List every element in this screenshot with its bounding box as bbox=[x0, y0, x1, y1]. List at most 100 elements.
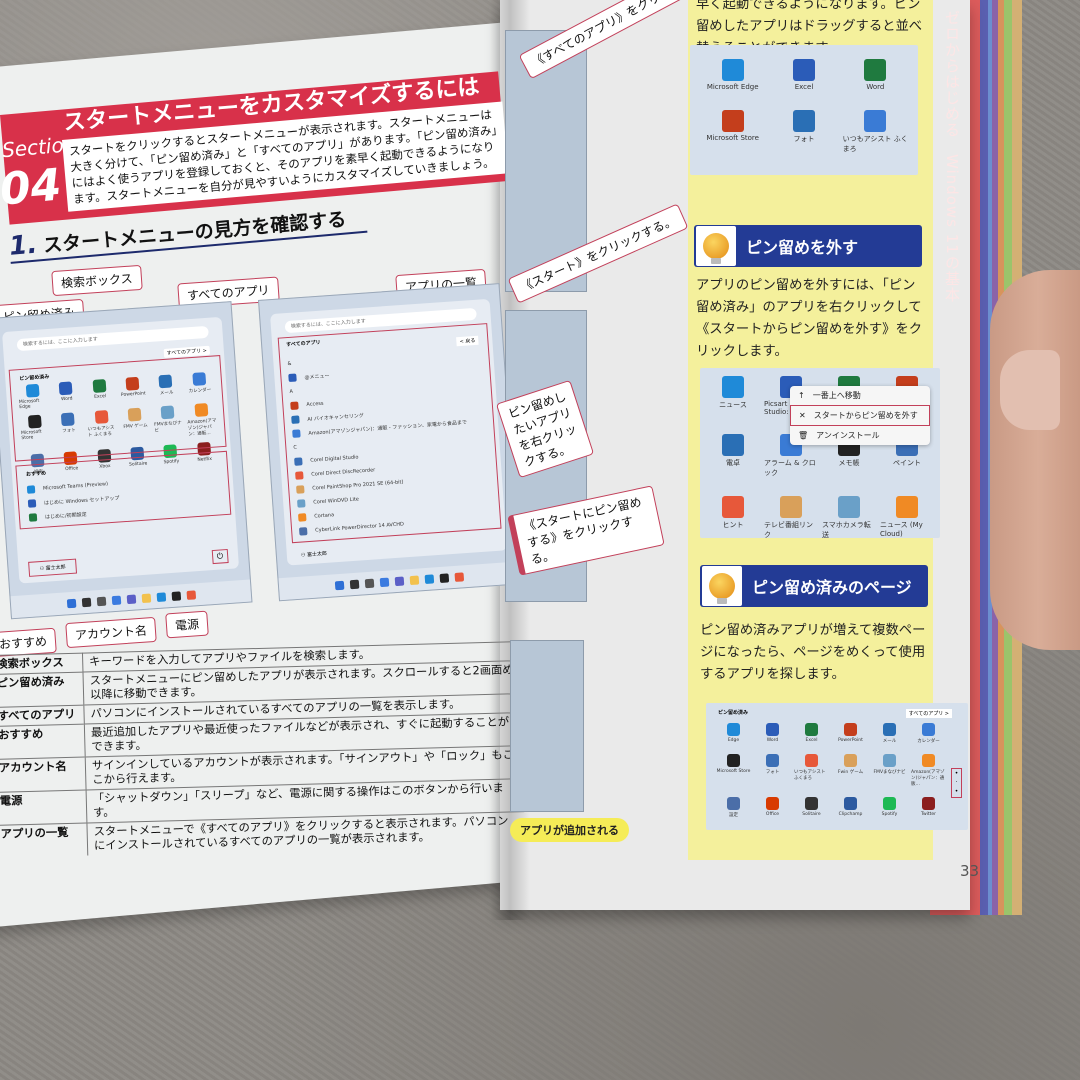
context-menu-item-uninstall[interactable]: 🗑 アンインストール bbox=[790, 426, 930, 445]
app-tile[interactable]: フォト bbox=[755, 754, 790, 787]
chat-icon[interactable] bbox=[394, 576, 404, 586]
app-tile[interactable]: Solitaire bbox=[794, 797, 829, 818]
start-menu-panel: 検索するには、ここに入力します すべてのアプリ > ピン留め済み Microso… bbox=[2, 316, 240, 584]
app-label: Microsoft Store bbox=[706, 134, 759, 142]
page-dots-scroller[interactable]: • · • bbox=[951, 768, 962, 798]
app-label: Microsoft Edge bbox=[706, 83, 759, 91]
app-tile[interactable]: カレンダー bbox=[911, 723, 946, 744]
widgets-icon[interactable] bbox=[379, 577, 389, 587]
start-icon[interactable] bbox=[334, 580, 344, 590]
open-book: Section 04 スタートメニューをカスタマイズするには スタートをクリック… bbox=[0, 0, 1080, 1080]
app-tile[interactable]: Amazon(アマゾン)ジャパン：通販… bbox=[911, 754, 946, 787]
power-icon[interactable]: ⏻ bbox=[211, 548, 229, 565]
search-icon[interactable] bbox=[349, 579, 359, 589]
search-icon[interactable] bbox=[81, 597, 91, 607]
edge-icon[interactable] bbox=[424, 573, 434, 584]
app-icon bbox=[838, 496, 860, 518]
callout-power: 電源 bbox=[165, 610, 209, 639]
app-label: アラーム & クロック bbox=[764, 459, 816, 477]
all-apps-panel: 検索するには、ここに入力します すべてのアプリ < 戻る & @メニュー A Acce… bbox=[270, 298, 508, 566]
app-icon bbox=[766, 797, 779, 810]
tip1-text: アプリのピン留めを外すには、「ピン留め済み」のアプリを右クリックして《スタートか… bbox=[696, 278, 923, 359]
app-tile[interactable]: Excel bbox=[771, 59, 836, 98]
app-label: Fwin ゲーム bbox=[837, 770, 864, 775]
app-tile[interactable]: FMVまなびナビ bbox=[872, 754, 907, 787]
app-tile[interactable]: Microsoft Edge bbox=[700, 59, 765, 98]
task-view-icon[interactable] bbox=[96, 596, 106, 606]
app-icon bbox=[722, 496, 744, 518]
app-tile[interactable]: Office bbox=[755, 797, 790, 818]
app-tile[interactable]: テレビ番組リンク bbox=[764, 496, 818, 540]
app-icon bbox=[844, 754, 857, 767]
table-key: おすすめ bbox=[0, 724, 86, 760]
task-view-icon[interactable] bbox=[364, 578, 374, 588]
tip1-header: ピン留めを外す bbox=[694, 225, 922, 267]
hand bbox=[990, 270, 1080, 650]
app-icon bbox=[727, 723, 740, 736]
tip1-title: ピン留めを外す bbox=[746, 238, 859, 257]
tip0-screenshot: Microsoft Edge Excel Word Microsoft Store フォ… bbox=[690, 45, 918, 175]
app-label: PowerPoint bbox=[838, 738, 863, 743]
app-tile[interactable]: フォト bbox=[771, 110, 836, 161]
app-tile[interactable]: メール bbox=[872, 723, 907, 744]
app-tile[interactable]: Microsoft Store bbox=[716, 754, 751, 787]
app-tile[interactable]: Edge bbox=[716, 723, 751, 744]
app-tile[interactable]: Fwin ゲーム bbox=[833, 754, 868, 787]
app-tile[interactable]: Excel bbox=[794, 723, 829, 744]
app-label: 電卓 bbox=[726, 459, 740, 467]
start-icon[interactable] bbox=[66, 598, 76, 608]
app-tile[interactable]: ヒント bbox=[706, 496, 760, 540]
app-label: Solitaire bbox=[802, 812, 821, 817]
app-label: Excel bbox=[805, 738, 818, 743]
table-key: 電源 bbox=[0, 790, 87, 826]
app-label: Edge bbox=[727, 738, 740, 743]
app-icon bbox=[922, 754, 935, 767]
store-icon[interactable] bbox=[439, 572, 449, 583]
app-tile[interactable]: Clipchamp bbox=[833, 797, 868, 818]
edge-icon[interactable] bbox=[156, 591, 166, 602]
account-button[interactable]: ⚇ 富士太郎 bbox=[28, 558, 78, 577]
app-list-highlight bbox=[277, 323, 502, 544]
app-icon bbox=[883, 797, 896, 810]
app-tile[interactable]: 設定 bbox=[716, 797, 751, 818]
app-tile[interactable]: いつもアシスト ふくまろ bbox=[843, 110, 908, 161]
app-label: Office bbox=[765, 812, 780, 817]
context-menu-item-unpin[interactable]: ✕ スタートからピン留めを外す bbox=[790, 405, 930, 426]
explorer-icon[interactable] bbox=[409, 575, 419, 585]
app-tile[interactable]: Microsoft Store bbox=[700, 110, 765, 161]
app-tile[interactable]: スマホカメラ転送 bbox=[822, 496, 876, 540]
chat-icon[interactable] bbox=[126, 594, 136, 604]
app-tile[interactable]: ニュース (My Cloud) bbox=[880, 496, 934, 540]
tip2-screenshot: ピン留め済み すべてのアプリ > Edge Word Excel PowerPoint… bbox=[706, 703, 968, 830]
app-label: フォト bbox=[765, 770, 780, 775]
explorer-icon[interactable] bbox=[141, 593, 151, 603]
app-label: テレビ番組リンク bbox=[764, 521, 813, 539]
account-name-2: 富士太郎 bbox=[306, 550, 328, 559]
table-key: すべてのアプリ bbox=[0, 705, 85, 727]
app-label: フォト bbox=[793, 135, 815, 143]
app-tile[interactable]: Spotify bbox=[872, 797, 907, 818]
unpin-icon: ✕ bbox=[799, 411, 806, 420]
tip2-pinned-heading: ピン留め済み bbox=[718, 710, 749, 716]
widgets-icon[interactable] bbox=[111, 595, 121, 605]
tip2-app-grid: Edge Word Excel PowerPoint メール カレンダー Microsoft… bbox=[716, 723, 946, 818]
store-icon[interactable] bbox=[171, 590, 181, 601]
app-tile[interactable]: 電卓 bbox=[706, 434, 760, 478]
account-button-2[interactable]: ⚇ 富士太郎 bbox=[301, 550, 328, 559]
app-icon bbox=[883, 723, 896, 736]
app-tile[interactable]: PowerPoint bbox=[833, 723, 868, 744]
start-menu-screenshot: 検索するには、ここに入力します すべてのアプリ > ピン留め済み Microso… bbox=[0, 301, 253, 620]
app-tile[interactable]: いつもアシスト ふくまろ bbox=[794, 754, 829, 787]
tip2-all-apps-button[interactable]: すべてのアプリ > bbox=[905, 709, 952, 718]
tip2-header: ピン留め済みのページ bbox=[700, 565, 928, 607]
app-icon[interactable] bbox=[185, 589, 196, 600]
app-icon[interactable] bbox=[453, 571, 464, 582]
app-tile[interactable]: Word bbox=[843, 59, 908, 98]
app-tile[interactable]: ニュース bbox=[706, 376, 760, 416]
app-tile[interactable]: Twitter bbox=[911, 797, 946, 818]
table-key: ピン留め済み bbox=[0, 672, 84, 708]
app-label: スマホカメラ転送 bbox=[822, 521, 871, 539]
app-icon bbox=[864, 110, 887, 132]
context-menu-item-move-top[interactable]: ↑ 一番上へ移動 bbox=[790, 386, 930, 405]
app-tile[interactable]: Word bbox=[755, 723, 790, 744]
